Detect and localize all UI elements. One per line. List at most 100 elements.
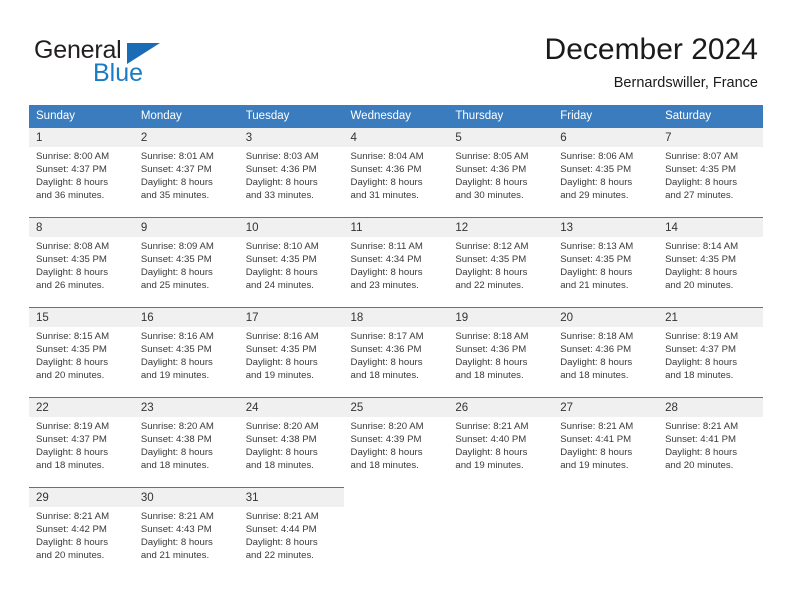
week-spacer-row: [29, 205, 763, 218]
week-daynumber-row: 29 30 31: [29, 487, 763, 507]
daylight-text-line2: and 26 minutes.: [36, 280, 105, 292]
day-number-cell[interactable]: 13: [553, 217, 659, 237]
daylight-text-line2: and 18 minutes.: [560, 370, 629, 382]
day-detail-cell: Sunrise: 8:11 AM Sunset: 4:34 PM Daylight:…: [343, 237, 449, 295]
day-number-cell[interactable]: 3: [238, 127, 344, 147]
day-number-cell[interactable]: 27: [553, 397, 659, 417]
day-number-cell[interactable]: 7: [658, 127, 763, 147]
day-detail-cell: Sunrise: 8:01 AM Sunset: 4:37 PM Daylight:…: [133, 147, 239, 205]
daylight-text-line1: Daylight: 8 hours: [245, 537, 318, 549]
daylight-text-line2: and 29 minutes.: [560, 190, 629, 202]
day-detail-cell: Sunrise: 8:04 AM Sunset: 4:36 PM Daylight:…: [343, 147, 449, 205]
daylight-text-line2: and 33 minutes.: [245, 190, 314, 202]
daylight-text-line1: Daylight: 8 hours: [350, 357, 423, 369]
day-number-cell[interactable]: 25: [343, 397, 449, 417]
page-subtitle: Bernardswiller, France: [613, 75, 758, 91]
day-number-cell[interactable]: 26: [448, 397, 554, 417]
day-detail-cell: Sunrise: 8:21 AM Sunset: 4:42 PM Daylight:…: [29, 507, 134, 565]
day-detail-cell: Sunrise: 8:09 AM Sunset: 4:35 PM Daylight:…: [133, 237, 239, 295]
daylight-text-line2: and 30 minutes.: [455, 190, 524, 202]
daylight-text-line2: and 36 minutes.: [36, 190, 105, 202]
day-number-cell[interactable]: 6: [553, 127, 659, 147]
day-number-cell[interactable]: 11: [343, 217, 449, 237]
day-number-cell[interactable]: 22: [29, 397, 134, 417]
sunrise-text: Sunrise: 8:03 AM: [245, 151, 319, 162]
day-number-cell[interactable]: 23: [133, 397, 239, 417]
day-number-cell[interactable]: 5: [448, 127, 554, 147]
day-detail-empty: [553, 507, 659, 565]
daylight-text-line2: and 21 minutes.: [140, 550, 210, 562]
logo[interactable]: General Blue: [34, 38, 214, 90]
week-detail-row: Sunrise: 8:21 AM Sunset: 4:42 PM Daylight:…: [29, 507, 763, 565]
daylight-text-line2: and 18 minutes.: [665, 370, 734, 382]
sunset-text: Sunset: 4:41 PM: [665, 434, 736, 446]
day-number-cell[interactable]: 4: [343, 127, 449, 147]
day-detail-cell: Sunrise: 8:13 AM Sunset: 4:35 PM Daylight:…: [553, 237, 659, 295]
day-number-cell[interactable]: 16: [133, 307, 239, 327]
week-detail-row: Sunrise: 8:19 AM Sunset: 4:37 PM Daylight:…: [29, 417, 763, 475]
daylight-text-line1: Daylight: 8 hours: [140, 537, 213, 549]
sunset-text: Sunset: 4:35 PM: [245, 254, 317, 266]
sunrise-text: Sunrise: 8:12 AM: [455, 241, 529, 252]
day-number-cell[interactable]: 2: [133, 127, 239, 147]
daylight-text-line2: and 18 minutes.: [140, 460, 210, 472]
sunset-text: Sunset: 4:35 PM: [36, 344, 107, 356]
day-detail-empty: [658, 507, 763, 565]
day-detail-cell: Sunrise: 8:21 AM Sunset: 4:44 PM Daylight:…: [238, 507, 344, 565]
daylight-text-line2: and 18 minutes.: [455, 370, 524, 382]
sunrise-text: Sunrise: 8:07 AM: [665, 151, 739, 162]
day-detail-cell: Sunrise: 8:17 AM Sunset: 4:36 PM Daylight:…: [343, 327, 449, 385]
day-number-cell[interactable]: 28: [658, 397, 763, 417]
week-spacer: [29, 295, 763, 308]
daylight-text-line1: Daylight: 8 hours: [665, 267, 738, 279]
week-daynumber-row: 22 23 24 25 26 27 28: [29, 397, 763, 417]
day-number-cell[interactable]: 12: [448, 217, 554, 237]
sunrise-text: Sunrise: 8:20 AM: [140, 421, 214, 432]
sunrise-text: Sunrise: 8:10 AM: [245, 241, 319, 252]
day-number-cell[interactable]: 24: [238, 397, 344, 417]
daylight-text-line1: Daylight: 8 hours: [140, 357, 213, 369]
day-number-cell[interactable]: 18: [343, 307, 449, 327]
sunset-text: Sunset: 4:36 PM: [350, 344, 422, 356]
day-number-cell[interactable]: 1: [29, 127, 134, 147]
sunrise-text: Sunrise: 8:21 AM: [455, 421, 529, 432]
day-number-cell[interactable]: 10: [238, 217, 344, 237]
day-number-cell[interactable]: 30: [133, 487, 239, 507]
sunrise-text: Sunrise: 8:13 AM: [560, 241, 634, 252]
sunrise-text: Sunrise: 8:21 AM: [245, 511, 319, 522]
daylight-text-line2: and 20 minutes.: [36, 370, 105, 382]
week-detail-row: Sunrise: 8:08 AM Sunset: 4:35 PM Daylight:…: [29, 237, 763, 295]
daylight-text-line1: Daylight: 8 hours: [245, 267, 318, 279]
day-number-cell[interactable]: 9: [133, 217, 239, 237]
daylight-text-line2: and 23 minutes.: [350, 280, 419, 292]
sunset-text: Sunset: 4:43 PM: [140, 524, 212, 536]
day-number-cell[interactable]: 20: [553, 307, 659, 327]
day-number-cell[interactable]: 21: [658, 307, 763, 327]
sunrise-text: Sunrise: 8:18 AM: [560, 331, 634, 342]
sunrise-text: Sunrise: 8:14 AM: [665, 241, 739, 252]
sunset-text: Sunset: 4:37 PM: [36, 434, 107, 446]
day-number-cell[interactable]: 29: [29, 487, 134, 507]
sunset-text: Sunset: 4:34 PM: [350, 254, 422, 266]
day-number-cell[interactable]: 31: [238, 487, 344, 507]
day-number-cell[interactable]: 17: [238, 307, 344, 327]
sunrise-text: Sunrise: 8:16 AM: [140, 331, 214, 342]
day-number-cell[interactable]: 15: [29, 307, 134, 327]
day-number-cell[interactable]: 8: [29, 217, 134, 237]
day-number-cell[interactable]: 14: [658, 217, 763, 237]
sunrise-text: Sunrise: 8:04 AM: [350, 151, 424, 162]
day-number-empty: [448, 487, 554, 507]
sunrise-text: Sunrise: 8:19 AM: [36, 421, 110, 432]
daylight-text-line1: Daylight: 8 hours: [350, 177, 423, 189]
calendar-body: 1 2 3 4 5 6 7 Sunrise: 8:00 AM Sunset: 4:37 PM Da…: [29, 127, 763, 565]
day-number-cell[interactable]: 19: [448, 307, 554, 327]
logo-text-blue: Blue: [93, 59, 144, 87]
week-spacer: [29, 205, 763, 218]
sunrise-text: Sunrise: 8:17 AM: [350, 331, 424, 342]
sunset-text: Sunset: 4:44 PM: [245, 524, 317, 536]
daylight-text-line2: and 20 minutes.: [665, 280, 734, 292]
day-detail-cell: Sunrise: 8:21 AM Sunset: 4:41 PM Daylight:…: [658, 417, 763, 475]
day-detail-cell: Sunrise: 8:08 AM Sunset: 4:35 PM Daylight:…: [29, 237, 134, 295]
daylight-text-line1: Daylight: 8 hours: [665, 177, 738, 189]
daylight-text-line2: and 19 minutes.: [245, 370, 314, 382]
